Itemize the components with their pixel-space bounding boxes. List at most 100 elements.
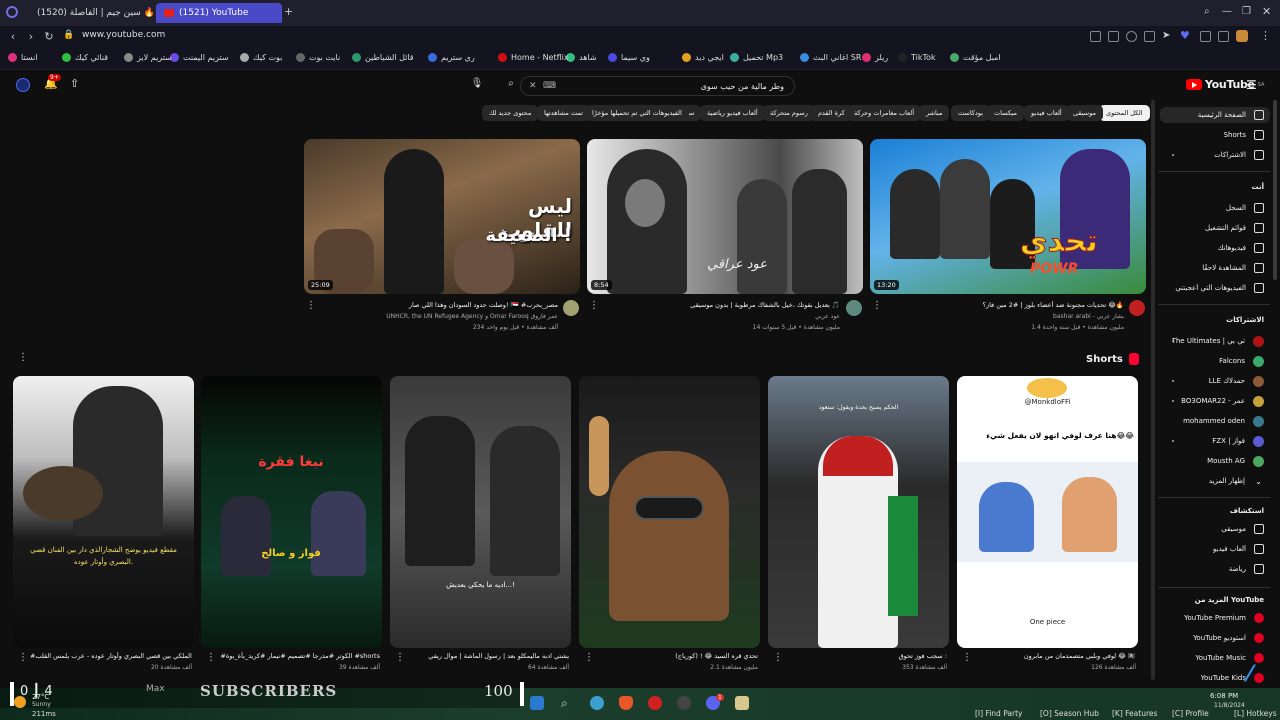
video-title[interactable]: بعديل بقوتك ،خيل بالشفاك مرطوبة | بدون م… <box>612 301 840 309</box>
channel-avatar[interactable] <box>1129 300 1145 316</box>
short-title[interactable]: لوفي وبلبي متصمدمان من مابرون 😂 🏴‍☠️ <box>974 652 1136 660</box>
short-thumbnail[interactable]: نبغا فقرة فواز و صالح <box>201 376 382 648</box>
video-title[interactable]: تحديات مجنونة ضد أعضاء بلوز | #2 مين فاز… <box>900 301 1124 309</box>
sidebar-item-watch-later[interactable]: المشاهدة لاحقًا <box>1160 260 1270 276</box>
short-thumbnail[interactable] <box>579 376 760 648</box>
channel-avatar[interactable] <box>563 300 579 316</box>
keyboard-icon[interactable]: ⌨ <box>543 81 556 91</box>
sidebar-subscription[interactable]: إظهار المزيد ⌄ <box>1160 473 1270 489</box>
sidebar-item-like[interactable]: الفيديوهات التي أعجبتني <box>1160 280 1270 296</box>
video-channel[interactable]: UNHCR, the UN Refugee Agency و Omar Faro… <box>330 313 558 320</box>
search-tabs-icon[interactable]: ⌕ <box>1204 6 1210 17</box>
short-title[interactable]: #الشجار الملكي بين قصي البصري وأوتار عود… <box>30 652 192 660</box>
browser-menu-icon[interactable]: ⋮ <box>1260 29 1271 42</box>
sidebar-item-yt-product[interactable]: YouTube Premium <box>1160 610 1270 626</box>
bookmark-item[interactable]: Home - Netflix <box>498 53 569 62</box>
sidebar-item-shorts[interactable]: Shorts <box>1160 127 1270 143</box>
bookmark-item[interactable]: تحميل Mp3 <box>730 53 783 62</box>
sidebar-subscription[interactable]: mohammed oden <box>1160 413 1270 429</box>
filter-chip[interactable]: ألعاب مغامرات وحركة <box>847 105 922 121</box>
profile-avatar[interactable] <box>1236 30 1248 42</box>
cast-icon[interactable] <box>16 78 30 92</box>
bookmark-item[interactable]: ريلز <box>862 53 888 62</box>
search-button-icon[interactable]: ⌕ <box>502 78 520 94</box>
sidebar-subscription[interactable]: BO3OMAR22 - عمر <box>1160 393 1270 409</box>
short-thumbnail[interactable]: @MonkdloFFi هنا عرف لوفي انهو لان يفعل ش… <box>957 376 1138 648</box>
bookmark-item[interactable]: ايجي ديد <box>682 53 724 62</box>
taskbar-search-icon[interactable]: ⌕ <box>561 696 568 711</box>
bookmark-item[interactable]: شاهد <box>566 53 597 62</box>
tab-youtube[interactable]: (1521) YouTube <box>156 3 282 23</box>
bookmark-item[interactable]: ستريم اليمنت <box>170 53 229 62</box>
obs-icon[interactable] <box>677 696 691 710</box>
sidebar-section-you[interactable]: أنت <box>1160 183 1264 191</box>
sidebar-item-sports[interactable]: رياضة <box>1160 561 1270 577</box>
sidebar-subscription[interactable]: Falcons <box>1160 353 1270 369</box>
short-menu-icon[interactable]: ⋮ <box>773 652 783 663</box>
sidebar-item-subscriptions[interactable]: الاشتراكات <box>1160 147 1270 163</box>
video-thumbnail[interactable]: ليس للقلوب الضعيفة ! 25:09 <box>304 139 580 294</box>
url-field[interactable]: www.youtube.com <box>82 30 165 40</box>
sidebar-subscription[interactable]: The Ultimates | تي بي <box>1160 333 1270 349</box>
hamburger-menu-icon[interactable]: ☰ <box>1246 78 1257 92</box>
clock[interactable]: 6:08 PM <box>1210 692 1238 700</box>
video-channel[interactable]: عود عربي <box>612 313 840 320</box>
short-thumbnail[interactable]: الحكم يصيح بحدة ويقول: ستعود <box>768 376 949 648</box>
filter-chip[interactable]: ميكسات <box>987 105 1024 121</box>
short-title[interactable]: تحدي قره السيد 😂 ! (كورياج) <box>596 652 758 660</box>
forward-icon[interactable]: › <box>22 30 40 43</box>
short-thumbnail[interactable]: اديه ما يحكي بعديش...! <box>390 376 571 648</box>
filter-chip[interactable]: بودكاست <box>951 105 990 121</box>
video-thumbnail[interactable]: عود عراقي 8:54 <box>587 139 863 294</box>
short-menu-icon[interactable]: ⋮ <box>395 652 405 663</box>
minimize-icon[interactable]: — <box>1222 6 1232 17</box>
opera-browser-icon[interactable] <box>648 696 662 710</box>
maximize-icon[interactable]: ❐ <box>1242 6 1251 17</box>
browser-logo-icon[interactable] <box>6 6 18 18</box>
sidebar-subscription[interactable]: LLE حمدلاك <box>1160 373 1270 389</box>
video-channel[interactable]: bashar arabi - بشار عربي <box>900 313 1124 320</box>
windows-start-icon[interactable] <box>530 696 544 710</box>
filter-chip[interactable]: ألعاب فيديو رياضية <box>700 105 765 121</box>
short-title[interactable]: سجب فوز تحوق : <box>785 652 947 660</box>
shield-icon[interactable] <box>1126 31 1137 42</box>
back-icon[interactable]: ‹ <box>4 30 22 43</box>
weather-sun-icon[interactable] <box>14 696 26 708</box>
sidebar-section-subscriptions[interactable]: الاشتراكات <box>1160 316 1264 324</box>
short-title[interactable]: يشتي ادبه ماليمكلو بعد | رسول الماشة | م… <box>407 652 569 660</box>
sidebar-item-history[interactable]: السجل <box>1160 200 1270 216</box>
short-menu-icon[interactable]: ⋮ <box>584 652 594 663</box>
bookmark-item[interactable]: ري ستريم <box>428 53 475 62</box>
short-menu-icon[interactable]: ⋮ <box>18 652 28 663</box>
search-input[interactable]: ✕ ⌨ وطر مالية من حيب سوى <box>520 76 795 96</box>
video-menu-icon[interactable]: ⋮ <box>589 300 599 311</box>
bookmark-item[interactable]: قائل الشياطين <box>352 53 414 62</box>
sidebar-item-music[interactable]: موسيقى <box>1160 521 1270 537</box>
bookmark-item[interactable]: بوت كيك <box>240 53 282 62</box>
sidebar-item-playlist[interactable]: قوائم التشغيل <box>1160 220 1270 236</box>
short-thumbnail[interactable]: مقطع فيديو يوضح الشجارالذي دار بين الفنا… <box>13 376 194 648</box>
bookmark-item[interactable]: ستريم لايز <box>124 53 172 62</box>
sidebar-subscription[interactable]: FZX | فواز <box>1160 433 1270 449</box>
filter-chip[interactable]: الفيديوهات التي تم تحميلها مؤخرًا <box>585 105 689 121</box>
sidebar-icon[interactable] <box>1218 31 1229 42</box>
bookmark-item[interactable]: نايت بوت <box>296 53 340 62</box>
file-explorer-icon[interactable] <box>735 696 749 710</box>
bookmark-item[interactable]: وي سيما <box>608 53 650 62</box>
edge-browser-icon[interactable] <box>590 696 604 710</box>
bookmark-item[interactable]: اغاني البث SR <box>800 53 861 62</box>
create-upload-icon[interactable]: ⇧ <box>70 77 79 90</box>
sidebar-scrollbar[interactable] <box>1151 100 1155 680</box>
brave-browser-icon[interactable] <box>619 696 633 710</box>
reload-icon[interactable]: ↻ <box>40 30 58 43</box>
sidebar-item-your-videos[interactable]: فيديوهاتك <box>1160 240 1270 256</box>
video-menu-icon[interactable]: ⋮ <box>872 300 882 311</box>
close-window-icon[interactable]: ✕ <box>1262 5 1271 18</box>
new-tab-button[interactable]: + <box>284 5 293 18</box>
extension-icon[interactable] <box>1090 31 1101 42</box>
date[interactable]: 11/8/2024 <box>1214 702 1245 709</box>
tab-fasila[interactable]: (1520) سين جيم | الفاصلة 🔥 <box>24 3 155 23</box>
channel-avatar[interactable] <box>846 300 862 316</box>
download-icon[interactable] <box>1144 31 1155 42</box>
filter-chip[interactable]: ألعاب فيديو <box>1024 105 1069 121</box>
